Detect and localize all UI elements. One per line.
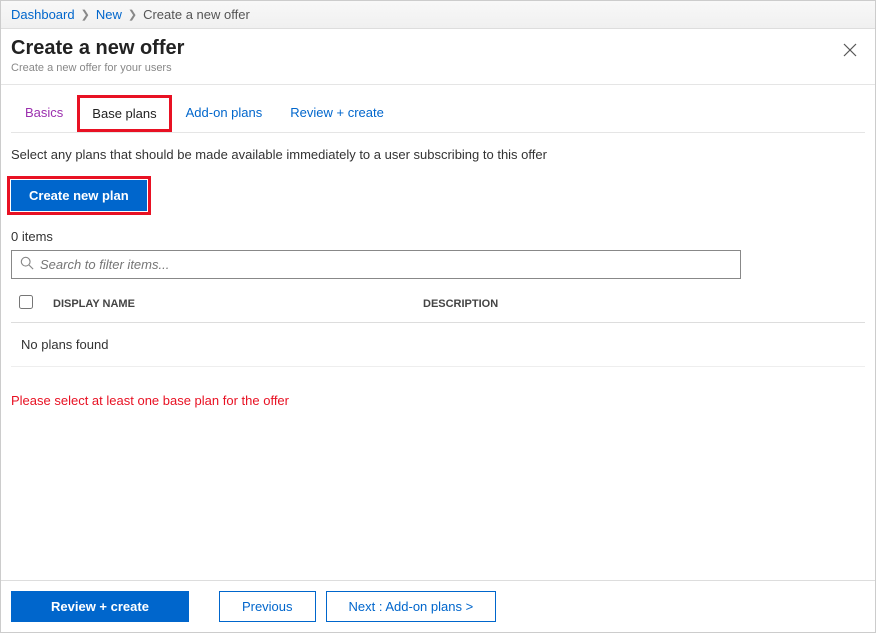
tab-description: Select any plans that should be made ava… — [11, 147, 865, 162]
search-icon — [20, 256, 34, 273]
next-button[interactable]: Next : Add-on plans > — [326, 591, 497, 622]
review-create-button[interactable]: Review + create — [11, 591, 189, 622]
breadcrumb-current: Create a new offer — [143, 7, 250, 22]
validation-error: Please select at least one base plan for… — [11, 393, 865, 408]
tab-basics[interactable]: Basics — [11, 95, 77, 132]
tab-base-plans[interactable]: Base plans — [79, 97, 169, 130]
tab-bar: Basics Base plans Add-on plans Review + … — [11, 95, 865, 133]
chevron-right-icon: ❯ — [81, 8, 90, 21]
breadcrumb: Dashboard ❯ New ❯ Create a new offer — [1, 1, 875, 29]
chevron-right-icon: ❯ — [128, 8, 137, 21]
table-header: DISPLAY NAME DESCRIPTION — [11, 285, 865, 323]
tab-addon-plans[interactable]: Add-on plans — [172, 95, 277, 132]
empty-state: No plans found — [11, 323, 865, 367]
page-title: Create a new offer — [11, 37, 184, 60]
page-header: Create a new offer Create a new offer fo… — [1, 29, 875, 85]
column-description[interactable]: DESCRIPTION — [423, 298, 857, 310]
close-icon[interactable] — [835, 37, 865, 66]
breadcrumb-link-dashboard[interactable]: Dashboard — [11, 7, 75, 22]
footer-bar: Review + create Previous Next : Add-on p… — [1, 580, 875, 632]
create-new-plan-button[interactable]: Create new plan — [11, 180, 147, 211]
breadcrumb-link-new[interactable]: New — [96, 7, 122, 22]
filter-box[interactable] — [11, 250, 741, 279]
tab-review-create[interactable]: Review + create — [276, 95, 398, 132]
previous-button[interactable]: Previous — [219, 591, 316, 622]
items-count-label: 0 items — [11, 229, 865, 244]
column-display-name[interactable]: DISPLAY NAME — [53, 298, 423, 310]
page-subtitle: Create a new offer for your users — [11, 62, 184, 74]
select-all-checkbox[interactable] — [19, 295, 33, 309]
filter-input[interactable] — [40, 257, 732, 272]
